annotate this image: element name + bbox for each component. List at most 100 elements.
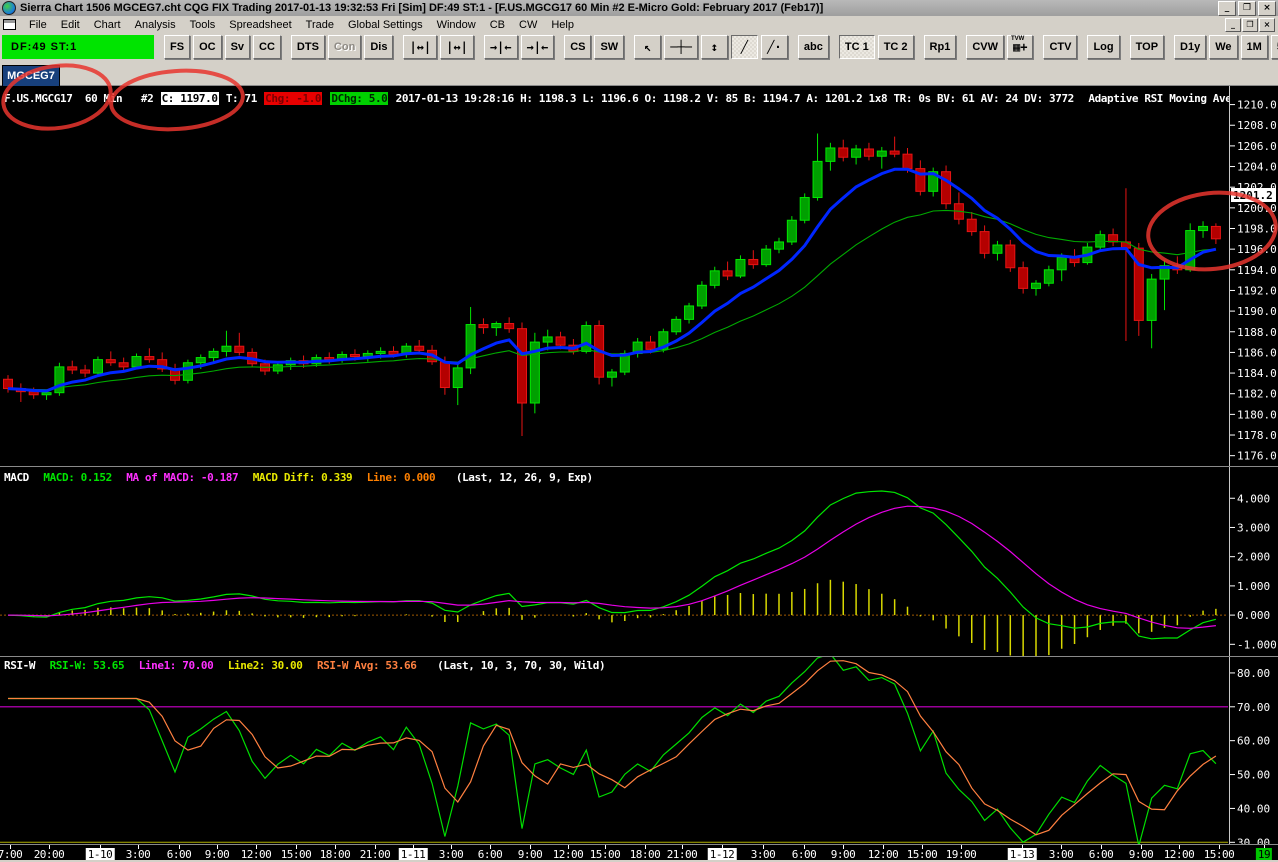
svg-text:1184.0: 1184.0 bbox=[1237, 367, 1277, 380]
svg-text:1198.0: 1198.0 bbox=[1237, 223, 1277, 236]
header-segment: F.US.MGCG17 60 Min #2 bbox=[4, 92, 160, 105]
menu-cw[interactable]: CW bbox=[512, 19, 544, 31]
header-segment: DChg: 5.0 bbox=[330, 92, 389, 105]
crosshair-tool-icon[interactable]: ─┼─ bbox=[664, 35, 698, 59]
chart-region: F.US.MGCG17 60 Min #2 C: 1197.0 T: 71 Ch… bbox=[0, 86, 1278, 862]
menu-cb[interactable]: CB bbox=[483, 19, 512, 31]
svg-text:1182.0: 1182.0 bbox=[1237, 388, 1277, 401]
we-button[interactable]: We bbox=[1209, 35, 1238, 59]
svg-text:0.000: 0.000 bbox=[1237, 609, 1270, 622]
panel-separator bbox=[0, 466, 1278, 467]
main-price-chart[interactable]: 1210.01208.01206.01204.01202.01200.01198… bbox=[0, 86, 1278, 466]
header-segment: Chg: -1.0 bbox=[264, 92, 323, 105]
menu-spreadsheet[interactable]: Spreadsheet bbox=[222, 19, 298, 31]
menu-bar-items: File Edit Chart Analysis Tools Spreadsheet Tra… bbox=[22, 19, 581, 31]
data-feed-status-box: DF:49 ST:1 bbox=[2, 35, 154, 59]
sv-button[interactable]: Sv bbox=[224, 35, 251, 59]
child-restore-button[interactable]: ❐ bbox=[1242, 17, 1258, 32]
ctv-button[interactable]: CTV bbox=[1043, 35, 1078, 59]
rsi-panel[interactable]: 80.00 70.00 60.00 50.00 40.00 30.00 bbox=[0, 657, 1278, 844]
minimize-button[interactable]: _ bbox=[1218, 0, 1236, 16]
increase-bar-spacing-bold-icon[interactable]: |↔| bbox=[440, 35, 474, 59]
restore-button[interactable]: ❐ bbox=[1238, 0, 1256, 16]
header-segment: (Last, 10, 3, 70, 30, Wild) bbox=[437, 659, 606, 672]
top-button[interactable]: TOP bbox=[1129, 35, 1165, 59]
svg-text:1186.0: 1186.0 bbox=[1237, 346, 1277, 359]
text-tool-button[interactable]: abc bbox=[797, 35, 829, 59]
menu-edit[interactable]: Edit bbox=[54, 19, 87, 31]
child-window-buttons: _ ❐ × bbox=[1225, 17, 1275, 32]
interval-5m-button[interactable]: 5M bbox=[1270, 35, 1278, 59]
menu-global-settings[interactable]: Global Settings bbox=[341, 19, 430, 31]
cs-button[interactable]: CS bbox=[564, 35, 592, 59]
interval-1m-button[interactable]: 1M bbox=[1240, 35, 1268, 59]
oc-button[interactable]: OC bbox=[193, 35, 222, 59]
svg-text:1178.0: 1178.0 bbox=[1237, 429, 1277, 442]
menu-window[interactable]: Window bbox=[430, 19, 483, 31]
svg-text:1208.0: 1208.0 bbox=[1237, 119, 1277, 132]
header-segment: T: 71 bbox=[219, 92, 264, 105]
time-axis[interactable]: 7:00 20:00 1-10 3:00 6:00 9:00 12:00 15:00 18:00… bbox=[0, 845, 1278, 861]
line-tool-icon[interactable]: ╱ bbox=[730, 35, 758, 59]
svg-text:3.000: 3.000 bbox=[1237, 521, 1270, 534]
dts-button[interactable]: DTS bbox=[290, 35, 325, 59]
header-segment: MA of MACD: -0.187 bbox=[126, 471, 251, 484]
header-segment: MACD: 0.152 bbox=[43, 471, 125, 484]
pointer-tool-icon[interactable]: ↖ bbox=[634, 35, 662, 59]
rp1-button[interactable]: Rp1 bbox=[923, 35, 957, 59]
decrease-bar-spacing-icon[interactable]: →|← bbox=[483, 35, 518, 59]
app-globe-icon bbox=[2, 1, 16, 15]
header-segment: 2017-01-13 19:28:16 H: 1198.3 L: 1196.6 … bbox=[389, 92, 1087, 105]
rsi-header: RSI-W RSI-W: 53.65 Line1: 70.00 Line2: 3… bbox=[3, 659, 1229, 673]
svg-text:1200.0: 1200.0 bbox=[1237, 202, 1277, 215]
child-minimize-button[interactable]: _ bbox=[1225, 17, 1241, 32]
polyline-tool-icon[interactable]: ╱· bbox=[760, 35, 788, 59]
fs-button[interactable]: FS bbox=[164, 35, 191, 59]
dis-button[interactable]: Dis bbox=[364, 35, 394, 59]
header-segment: (Last, 12, 26, 9, Exp) bbox=[455, 471, 593, 484]
sw-button[interactable]: SW bbox=[594, 35, 625, 59]
menu-help[interactable]: Help bbox=[544, 19, 581, 31]
cvw-button[interactable]: CVW bbox=[966, 35, 1004, 59]
header-segment: RSI-W Avg: 53.66 bbox=[316, 659, 436, 672]
cc-button[interactable]: CC bbox=[253, 35, 281, 59]
menu-analysis[interactable]: Analysis bbox=[128, 19, 183, 31]
vertical-measure-tool-icon[interactable]: ↕ bbox=[700, 35, 728, 59]
macd-header: MACD MACD: 0.152 MA of MACD: -0.187 MACD… bbox=[3, 471, 1229, 485]
svg-text:60.00: 60.00 bbox=[1237, 735, 1270, 748]
macd-panel[interactable]: 4.000 3.000 2.000 1.000 0.000 -1.000 bbox=[0, 467, 1278, 656]
tc2-button[interactable]: TC 2 bbox=[877, 35, 914, 59]
menu-file[interactable]: File bbox=[22, 19, 54, 31]
tab-mgceg7[interactable]: MGCEG7 bbox=[2, 65, 60, 86]
decrease-bar-spacing-bold-icon[interactable]: →|← bbox=[520, 35, 555, 59]
header-segment: MACD bbox=[4, 471, 42, 484]
menu-tools[interactable]: Tools bbox=[183, 19, 223, 31]
header-segment: Adaptive RSI Moving Average With bbox=[1088, 92, 1229, 105]
header-segment: MACD Diff: 0.339 bbox=[252, 471, 365, 484]
child-close-button[interactable]: × bbox=[1259, 17, 1275, 32]
toolbar-buttons: FS OC Sv CC DTS Con Dis |↔| |↔| →|← →|← CS SW ↖ ─┼─ ↕ ╱ ╱… bbox=[164, 35, 1278, 59]
svg-text:50.00: 50.00 bbox=[1237, 769, 1270, 782]
close-button[interactable]: × bbox=[1258, 0, 1276, 16]
svg-text:40.00: 40.00 bbox=[1237, 802, 1270, 815]
chart-header: F.US.MGCG17 60 Min #2 C: 1197.0 T: 71 Ch… bbox=[3, 92, 1229, 106]
svg-text:1194.0: 1194.0 bbox=[1237, 264, 1277, 277]
svg-text:1176.0: 1176.0 bbox=[1237, 450, 1277, 463]
svg-text:-1.000: -1.000 bbox=[1237, 638, 1277, 651]
svg-text:1206.0: 1206.0 bbox=[1237, 140, 1277, 153]
child-document-icon bbox=[3, 19, 16, 30]
log-button[interactable]: Log bbox=[1087, 35, 1120, 59]
header-segment: RSI-W bbox=[4, 659, 48, 672]
svg-text:1192.0: 1192.0 bbox=[1237, 284, 1277, 297]
menu-chart[interactable]: Chart bbox=[87, 19, 128, 31]
svg-text:1210.0: 1210.0 bbox=[1237, 99, 1277, 112]
header-segment: RSI-W: 53.65 bbox=[49, 659, 137, 672]
increase-bar-spacing-icon[interactable]: |↔| bbox=[403, 35, 438, 59]
tvw-grid-icon[interactable]: TVW ▦+ bbox=[1007, 35, 1034, 59]
tc1-button[interactable]: TC 1 bbox=[838, 35, 875, 59]
d1y-button[interactable]: D1y bbox=[1174, 35, 1207, 59]
menu-trade[interactable]: Trade bbox=[299, 19, 341, 31]
svg-text:1.000: 1.000 bbox=[1237, 580, 1270, 593]
panel-separator bbox=[0, 656, 1278, 657]
svg-text:70.00: 70.00 bbox=[1237, 701, 1270, 714]
